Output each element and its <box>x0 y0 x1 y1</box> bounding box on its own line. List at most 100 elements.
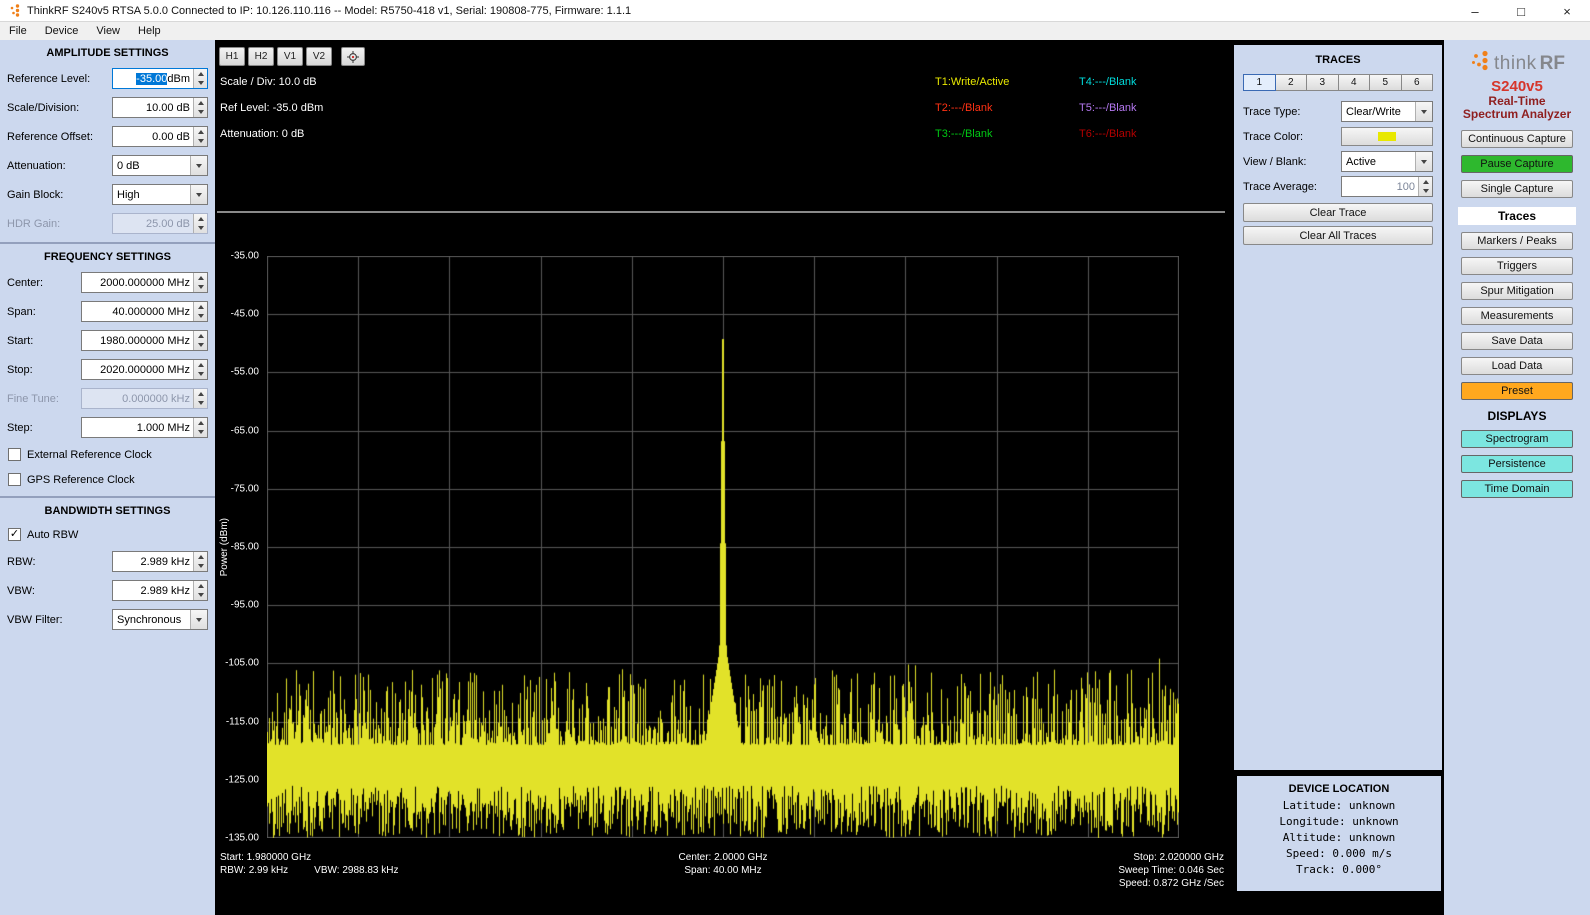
spinner-down-icon[interactable] <box>198 285 204 289</box>
vbw-spinner[interactable] <box>193 581 207 600</box>
amplitude-settings-title: AMPLITUDE SETTINGS <box>0 40 215 64</box>
reference-offset-input[interactable]: 0.00 dB <box>112 126 208 147</box>
spinner-up-icon[interactable] <box>198 130 204 134</box>
spinner-down-icon[interactable] <box>198 430 204 434</box>
maximize-button[interactable]: □ <box>1498 0 1544 22</box>
pause-capture-button[interactable]: Pause Capture <box>1461 155 1573 173</box>
spinner-up-icon[interactable] <box>198 334 204 338</box>
h2-cursor-button[interactable]: H2 <box>248 47 274 66</box>
spectrum-graph[interactable] <box>267 256 1179 838</box>
altitude-readout: Altitude: unknown <box>1237 830 1441 846</box>
vbw-filter-select[interactable]: Synchronous <box>112 609 208 630</box>
span-spinner[interactable] <box>193 302 207 321</box>
rtsa-application-window: ThinkRF S240v5 RTSA 5.0.0 Connected to I… <box>0 0 1590 915</box>
step-input[interactable]: 1.000 MHz <box>81 417 208 438</box>
gain-block-select[interactable]: High <box>112 184 208 205</box>
v2-cursor-button[interactable]: V2 <box>306 47 332 66</box>
spinner-up-icon[interactable] <box>198 72 204 76</box>
spinner-up-icon[interactable] <box>198 421 204 425</box>
clear-trace-button[interactable]: Clear Trace <box>1243 203 1433 222</box>
window-controls: – □ × <box>1452 0 1590 22</box>
spinner-down-icon[interactable] <box>198 139 204 143</box>
spinner-up-icon[interactable] <box>198 584 204 588</box>
clear-all-traces-button[interactable]: Clear All Traces <box>1243 226 1433 245</box>
trace-select-button-4[interactable]: 4 <box>1339 74 1371 91</box>
chevron-down-icon <box>1415 102 1432 121</box>
spur-mitigation-button[interactable]: Spur Mitigation <box>1461 282 1573 300</box>
spinner-up-icon[interactable] <box>198 555 204 559</box>
spinner-down-icon[interactable] <box>198 593 204 597</box>
trace-color-button[interactable] <box>1341 127 1433 146</box>
spinner-up-icon[interactable] <box>198 305 204 309</box>
trace-select-button-6[interactable]: 6 <box>1402 74 1434 91</box>
continuous-capture-button[interactable]: Continuous Capture <box>1461 130 1573 148</box>
reference-offset-spinner[interactable] <box>193 127 207 146</box>
menu-device[interactable]: Device <box>36 22 88 40</box>
spinner-up-icon[interactable] <box>1423 180 1429 184</box>
markers-peaks-button[interactable]: Markers / Peaks <box>1461 232 1573 250</box>
checkbox-unchecked-icon[interactable] <box>8 448 21 461</box>
view-blank-select[interactable]: Active <box>1341 151 1433 172</box>
spinner-down-icon[interactable] <box>198 314 204 318</box>
step-spinner[interactable] <box>193 418 207 437</box>
trace-status-t1: T1:Write/Active <box>935 69 1079 95</box>
center-frequency-input[interactable]: 2000.000000 MHz <box>81 272 208 293</box>
spinner-down-icon[interactable] <box>198 81 204 85</box>
reference-level-spinner[interactable] <box>193 69 207 88</box>
rbw-spinner[interactable] <box>193 552 207 571</box>
checkbox-checked-icon[interactable]: ✓ <box>8 528 21 541</box>
spinner-down-icon[interactable] <box>198 110 204 114</box>
spectrogram-button[interactable]: Spectrogram <box>1461 430 1573 448</box>
trace-select-button-3[interactable]: 3 <box>1307 74 1339 91</box>
menu-file[interactable]: File <box>0 22 36 40</box>
v1-cursor-button[interactable]: V1 <box>277 47 303 66</box>
scale-division-spinner[interactable] <box>193 98 207 117</box>
close-button[interactable]: × <box>1544 0 1590 22</box>
h1-cursor-button[interactable]: H1 <box>219 47 245 66</box>
external-reference-clock-checkbox[interactable]: External Reference Clock <box>0 442 215 467</box>
save-data-button[interactable]: Save Data <box>1461 332 1573 350</box>
measurements-button[interactable]: Measurements <box>1461 307 1573 325</box>
reference-level-input[interactable]: -35.00 dBm <box>112 68 208 89</box>
trace-type-select[interactable]: Clear/Write <box>1341 101 1433 122</box>
menu-help[interactable]: Help <box>129 22 170 40</box>
checkbox-unchecked-icon[interactable] <box>8 473 21 486</box>
rbw-input[interactable]: 2.989 kHz <box>112 551 208 572</box>
attenuation-select[interactable]: 0 dB <box>112 155 208 176</box>
minimize-button[interactable]: – <box>1452 0 1498 22</box>
preset-button[interactable]: Preset <box>1461 382 1573 400</box>
trace-select-button-2[interactable]: 2 <box>1276 74 1308 91</box>
spinner-down-icon[interactable] <box>1423 189 1429 193</box>
auto-rbw-checkbox[interactable]: ✓ Auto RBW <box>0 522 215 547</box>
crosshair-button[interactable] <box>341 47 365 66</box>
menu-view[interactable]: View <box>87 22 129 40</box>
triggers-button[interactable]: Triggers <box>1461 257 1573 275</box>
center-frequency-spinner[interactable] <box>193 273 207 292</box>
trace-average-input[interactable]: 100 <box>1341 176 1433 197</box>
load-data-button[interactable]: Load Data <box>1461 357 1573 375</box>
menu-bar: File Device View Help <box>0 22 1590 40</box>
y-tick: -105.00 <box>225 658 259 669</box>
vbw-input[interactable]: 2.989 kHz <box>112 580 208 601</box>
start-frequency-spinner[interactable] <box>193 331 207 350</box>
spinner-down-icon[interactable] <box>198 372 204 376</box>
spectrum-canvas[interactable] <box>267 256 1179 838</box>
trace-average-spinner[interactable] <box>1418 177 1432 196</box>
spinner-up-icon[interactable] <box>198 363 204 367</box>
spinner-down-icon[interactable] <box>198 564 204 568</box>
spinner-down-icon[interactable] <box>198 343 204 347</box>
single-capture-button[interactable]: Single Capture <box>1461 180 1573 198</box>
trace-select-button-5[interactable]: 5 <box>1370 74 1402 91</box>
span-input[interactable]: 40.000000 MHz <box>81 301 208 322</box>
span-label: Span: <box>7 306 36 318</box>
time-domain-button[interactable]: Time Domain <box>1461 480 1573 498</box>
spinner-up-icon[interactable] <box>198 101 204 105</box>
trace-select-button-1[interactable]: 1 <box>1243 74 1276 91</box>
stop-frequency-input[interactable]: 2020.000000 MHz <box>81 359 208 380</box>
start-frequency-input[interactable]: 1980.000000 MHz <box>81 330 208 351</box>
scale-division-input[interactable]: 10.00 dB <box>112 97 208 118</box>
gps-reference-clock-checkbox[interactable]: GPS Reference Clock <box>0 467 215 492</box>
spinner-up-icon[interactable] <box>198 276 204 280</box>
stop-frequency-spinner[interactable] <box>193 360 207 379</box>
persistence-button[interactable]: Persistence <box>1461 455 1573 473</box>
